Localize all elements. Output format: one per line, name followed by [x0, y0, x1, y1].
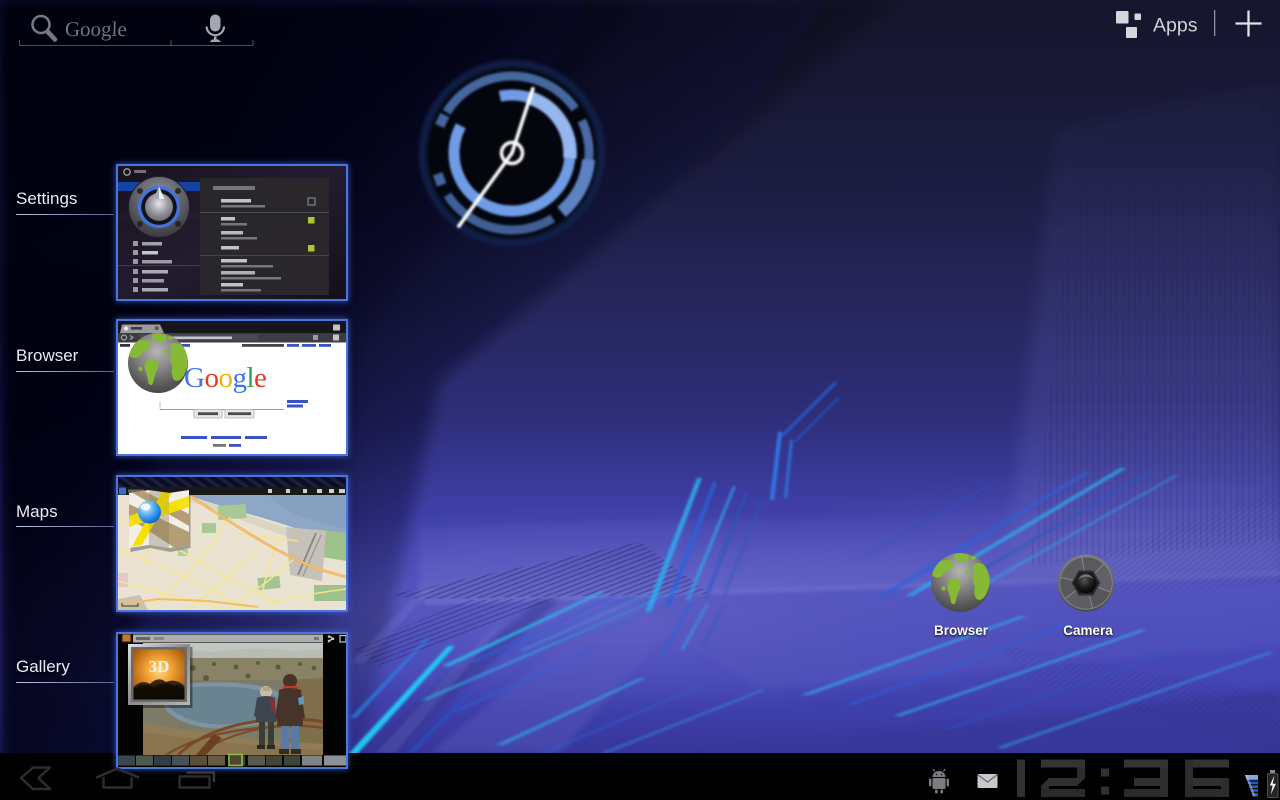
- svg-text:Google: Google: [65, 17, 128, 41]
- svg-text:3D: 3D: [149, 657, 170, 676]
- svg-text:Apps: Apps: [1153, 15, 1198, 37]
- svg-text:Google: Google: [184, 362, 266, 394]
